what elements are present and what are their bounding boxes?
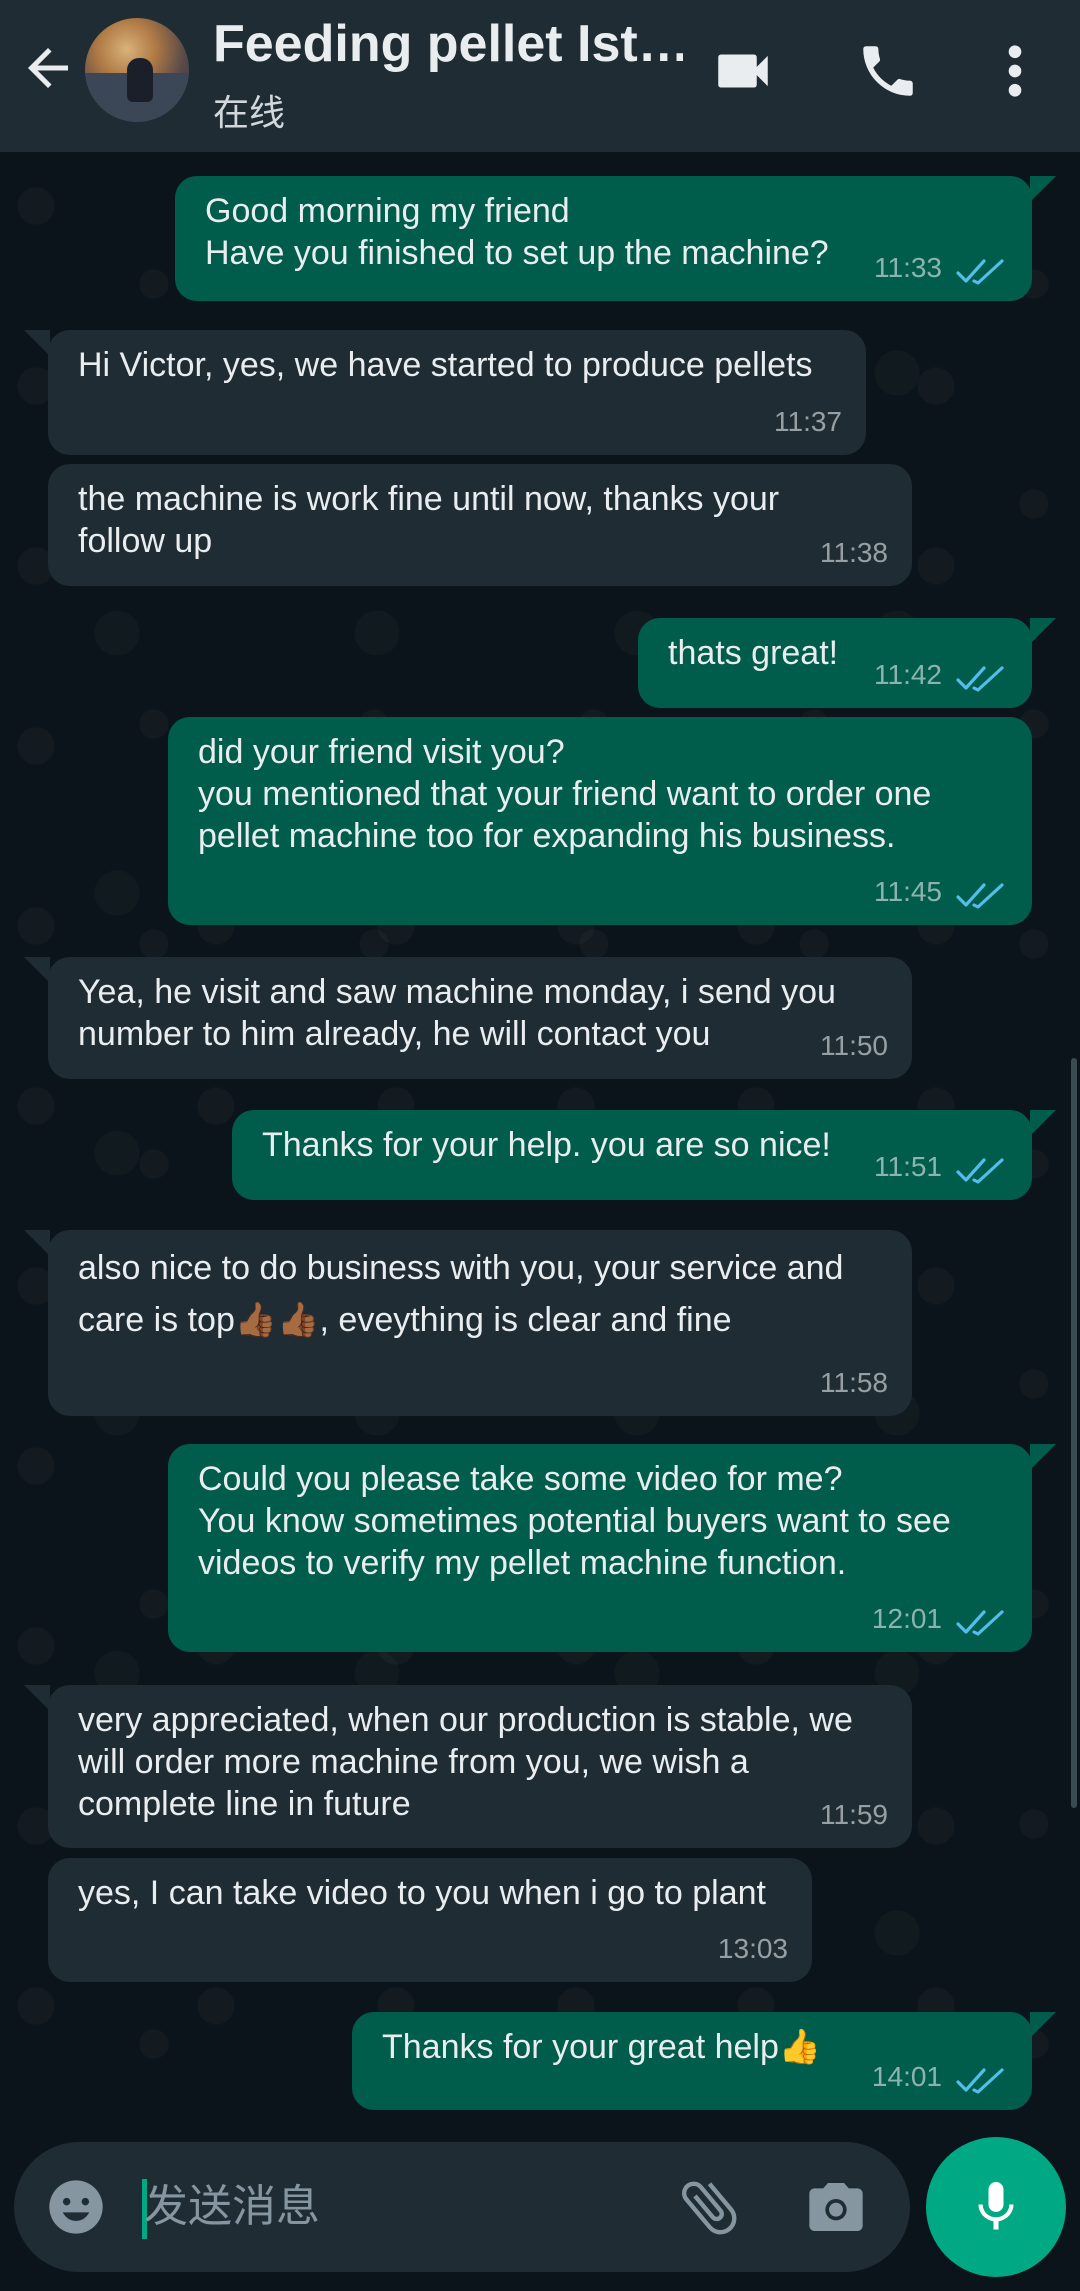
video-call-button[interactable]	[710, 38, 776, 104]
message-time: 11:51	[874, 1151, 942, 1182]
chat-header: Feeding pellet Ist… 在线	[0, 0, 1080, 152]
message-incoming[interactable]: Yea, he visit and saw machine monday, i …	[48, 957, 912, 1079]
message-outgoing[interactable]: thats great! 11:42	[638, 618, 1032, 708]
phone-icon	[863, 46, 913, 96]
camera-button[interactable]	[804, 2175, 868, 2239]
back-button[interactable]	[18, 38, 78, 98]
message-time: 13:03	[717, 1933, 788, 1964]
more-options-button[interactable]	[995, 38, 1035, 104]
message-text: Good morning my friend Have you finished…	[205, 192, 829, 272]
message-text: Hi Victor, yes, we have started to produ…	[78, 346, 813, 384]
chat-area[interactable]: Good morning my friend Have you finished…	[0, 152, 1080, 2132]
double-check-icon	[956, 666, 1004, 692]
voice-call-button[interactable]	[855, 38, 921, 104]
message-text: did your friend visit you? you mentioned…	[198, 733, 932, 855]
video-camera-icon	[718, 54, 768, 88]
message-time: 11:38	[820, 537, 888, 568]
message-text: also nice to do business with you, your …	[78, 1249, 844, 1339]
message-incoming[interactable]: also nice to do business with you, your …	[48, 1230, 912, 1416]
more-vert-icon	[1008, 45, 1022, 97]
message-text: the machine is work fine until now, than…	[78, 480, 780, 560]
message-time: 11:58	[820, 1367, 888, 1398]
message-time: 11:37	[774, 406, 842, 437]
double-check-icon	[956, 1158, 1004, 1184]
bubble-tail	[1030, 176, 1056, 202]
double-check-icon	[956, 883, 1004, 909]
message-outgoing[interactable]: did your friend visit you? you mentioned…	[168, 717, 1032, 925]
bubble-tail	[1030, 2012, 1056, 2038]
bubble-tail	[1030, 1444, 1056, 1470]
arrow-left-icon	[28, 48, 68, 88]
message-text: thats great!	[668, 634, 839, 672]
message-incoming[interactable]: Hi Victor, yes, we have started to produ…	[48, 330, 866, 455]
avatar-person	[127, 58, 153, 102]
message-outgoing[interactable]: Thanks for your help. you are so nice! 1…	[232, 1110, 1032, 1200]
message-outgoing[interactable]: Could you please take some video for me?…	[168, 1444, 1032, 1652]
scrollbar[interactable]	[1071, 1058, 1077, 1808]
double-check-icon	[956, 259, 1004, 285]
message-text: Thanks for your great help👍	[382, 2028, 822, 2066]
message-time: 11:59	[820, 1799, 888, 1830]
emoji-button[interactable]	[44, 2175, 108, 2239]
bubble-tail	[24, 1685, 50, 1711]
double-check-icon	[956, 1610, 1004, 1636]
message-input[interactable]	[144, 2172, 644, 2242]
message-outgoing[interactable]: Thanks for your great help👍 14:01	[352, 2012, 1032, 2110]
mic-icon	[978, 2182, 1014, 2230]
message-time: 11:42	[874, 659, 942, 690]
emoji-icon	[49, 2180, 103, 2234]
message-text: yes, I can take video to you when i go t…	[78, 1874, 766, 1912]
message-time: 14:01	[871, 2061, 942, 2092]
attach-button[interactable]	[674, 2172, 744, 2242]
bubble-tail	[24, 957, 50, 983]
voice-message-button[interactable]	[926, 2137, 1066, 2277]
message-incoming[interactable]: the machine is work fine until now, than…	[48, 464, 912, 586]
message-text: Thanks for your help. you are so nice!	[262, 1126, 831, 1164]
message-outgoing[interactable]: Good morning my friend Have you finished…	[175, 176, 1032, 301]
contact-name[interactable]: Feeding pellet Ist…	[213, 14, 683, 74]
avatar[interactable]	[85, 18, 189, 122]
double-check-icon	[956, 2068, 1004, 2094]
message-text: Could you please take some video for me?…	[198, 1460, 951, 1582]
contact-status: 在线	[213, 92, 286, 133]
bubble-tail	[24, 330, 50, 356]
camera-icon	[809, 2183, 863, 2231]
message-incoming[interactable]: very appreciated, when our production is…	[48, 1685, 912, 1848]
paperclip-icon	[681, 2181, 737, 2235]
message-text: very appreciated, when our production is…	[78, 1701, 853, 1823]
message-text: Yea, he visit and saw machine monday, i …	[78, 973, 836, 1053]
message-time: 11:45	[874, 876, 942, 907]
bubble-tail	[24, 1230, 50, 1256]
message-time: 11:33	[874, 252, 942, 283]
bubble-tail	[1030, 618, 1056, 644]
message-time: 11:50	[820, 1030, 888, 1061]
message-composer	[14, 2142, 910, 2272]
bubble-tail	[1030, 1110, 1056, 1136]
message-incoming[interactable]: yes, I can take video to you when i go t…	[48, 1858, 812, 1982]
message-time: 12:01	[871, 1603, 942, 1634]
